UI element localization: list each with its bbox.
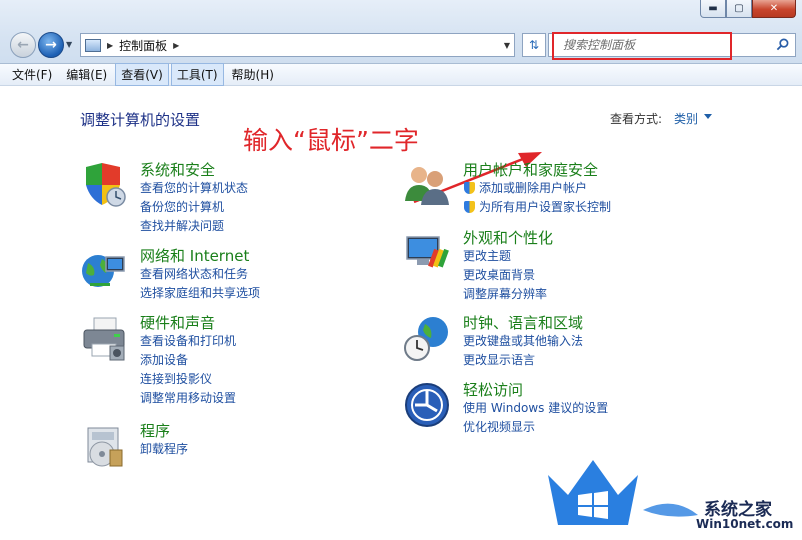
shield-icon[interactable] xyxy=(80,161,128,209)
link-screen-resolution[interactable]: 调整屏幕分辨率 xyxy=(463,285,547,304)
search-highlight-box xyxy=(552,32,732,60)
category-title[interactable]: 外观和个性化 xyxy=(463,227,553,248)
monitor-palette-icon[interactable] xyxy=(403,229,451,277)
programs-icon[interactable] xyxy=(80,422,128,470)
link-connect-projector[interactable]: 连接到投影仪 xyxy=(140,370,236,389)
link-change-background[interactable]: 更改桌面背景 xyxy=(463,266,547,285)
menu-edit[interactable]: 编辑(E) xyxy=(60,63,113,86)
category-title[interactable]: 网络和 Internet xyxy=(140,245,249,266)
menu-bar: 文件(F) 编辑(E) 查看(V) 工具(T) 帮助(H) xyxy=(0,63,802,86)
link-add-remove-accounts[interactable]: 添加或删除用户帐户 xyxy=(463,179,611,198)
link-view-network-status[interactable]: 查看网络状态和任务 xyxy=(140,265,260,284)
close-button[interactable]: ✕ xyxy=(752,0,796,18)
annotation-text: 输入“鼠标”二字 xyxy=(243,126,419,155)
control-panel-icon xyxy=(85,38,101,52)
link-find-fix-problems[interactable]: 查找并解决问题 xyxy=(140,217,248,236)
breadcrumb-chevron-icon[interactable]: ▶ xyxy=(173,41,179,50)
view-by-dropdown[interactable]: 类别 xyxy=(674,110,698,127)
link-uninstall-program[interactable]: 卸载程序 xyxy=(140,440,188,459)
category-title[interactable]: 硬件和声音 xyxy=(140,312,215,333)
forward-button[interactable]: → xyxy=(38,32,64,58)
refresh-button[interactable]: ⇅ xyxy=(522,33,546,57)
link-change-theme[interactable]: 更改主题 xyxy=(463,247,547,266)
page-title: 调整计算机的设置 xyxy=(80,111,201,129)
users-icon[interactable] xyxy=(403,161,451,209)
link-change-keyboard[interactable]: 更改键盘或其他输入法 xyxy=(463,332,583,351)
window-controls: ▬ ▢ ✕ xyxy=(700,0,796,18)
refresh-icon: ⇅ xyxy=(528,38,540,52)
link-view-computer-status[interactable]: 查看您的计算机状态 xyxy=(140,179,248,198)
watermark-url: Win10net.com xyxy=(696,517,794,531)
menu-tools[interactable]: 工具(T) xyxy=(170,63,224,86)
link-parental-controls[interactable]: 为所有用户设置家长控制 xyxy=(463,198,611,217)
menu-view[interactable]: 查看(V) xyxy=(115,63,169,86)
clock-globe-icon[interactable] xyxy=(403,314,451,362)
back-button[interactable]: ← xyxy=(10,32,36,58)
view-by-chevron-down-icon[interactable] xyxy=(704,114,712,119)
category-title[interactable]: 程序 xyxy=(140,420,170,441)
link-backup-computer[interactable]: 备份您的计算机 xyxy=(140,198,248,217)
printer-icon[interactable] xyxy=(80,314,128,362)
link-windows-recommended-settings[interactable]: 使用 Windows 建议的设置 xyxy=(463,399,608,418)
maximize-button[interactable]: ▢ xyxy=(726,0,752,18)
address-dropdown-icon[interactable]: ▼ xyxy=(504,41,510,50)
breadcrumb-chevron-icon[interactable]: ▶ xyxy=(107,41,113,50)
category-title[interactable]: 用户帐户和家庭安全 xyxy=(463,159,598,180)
arrow-right-icon: → xyxy=(45,37,57,53)
menu-help[interactable]: 帮助(H) xyxy=(226,63,280,86)
link-mobility-settings[interactable]: 调整常用移动设置 xyxy=(140,389,236,408)
link-add-device[interactable]: 添加设备 xyxy=(140,351,236,370)
menu-file[interactable]: 文件(F) xyxy=(6,63,58,86)
history-dropdown-button[interactable]: ▼ xyxy=(66,40,72,49)
link-view-devices-printers[interactable]: 查看设备和打印机 xyxy=(140,332,236,351)
ease-of-access-icon[interactable] xyxy=(403,381,451,429)
category-title[interactable]: 轻松访问 xyxy=(463,379,523,400)
view-by-label: 查看方式: xyxy=(610,112,663,126)
link-homegroup-sharing[interactable]: 选择家庭组和共享选项 xyxy=(140,284,260,303)
breadcrumb-control-panel[interactable]: 控制面板 xyxy=(119,37,167,54)
globe-network-icon[interactable] xyxy=(80,247,128,295)
arrow-left-icon: ← xyxy=(17,37,29,53)
link-optimize-visual-display[interactable]: 优化视频显示 xyxy=(463,418,608,437)
category-title[interactable]: 时钟、语言和区域 xyxy=(463,312,583,333)
search-icon[interactable] xyxy=(776,38,789,51)
address-bar[interactable]: ▶ 控制面板 ▶ ▼ xyxy=(80,33,515,57)
link-change-display-language[interactable]: 更改显示语言 xyxy=(463,351,583,370)
minimize-button[interactable]: ▬ xyxy=(700,0,726,18)
category-title[interactable]: 系统和安全 xyxy=(140,159,215,180)
